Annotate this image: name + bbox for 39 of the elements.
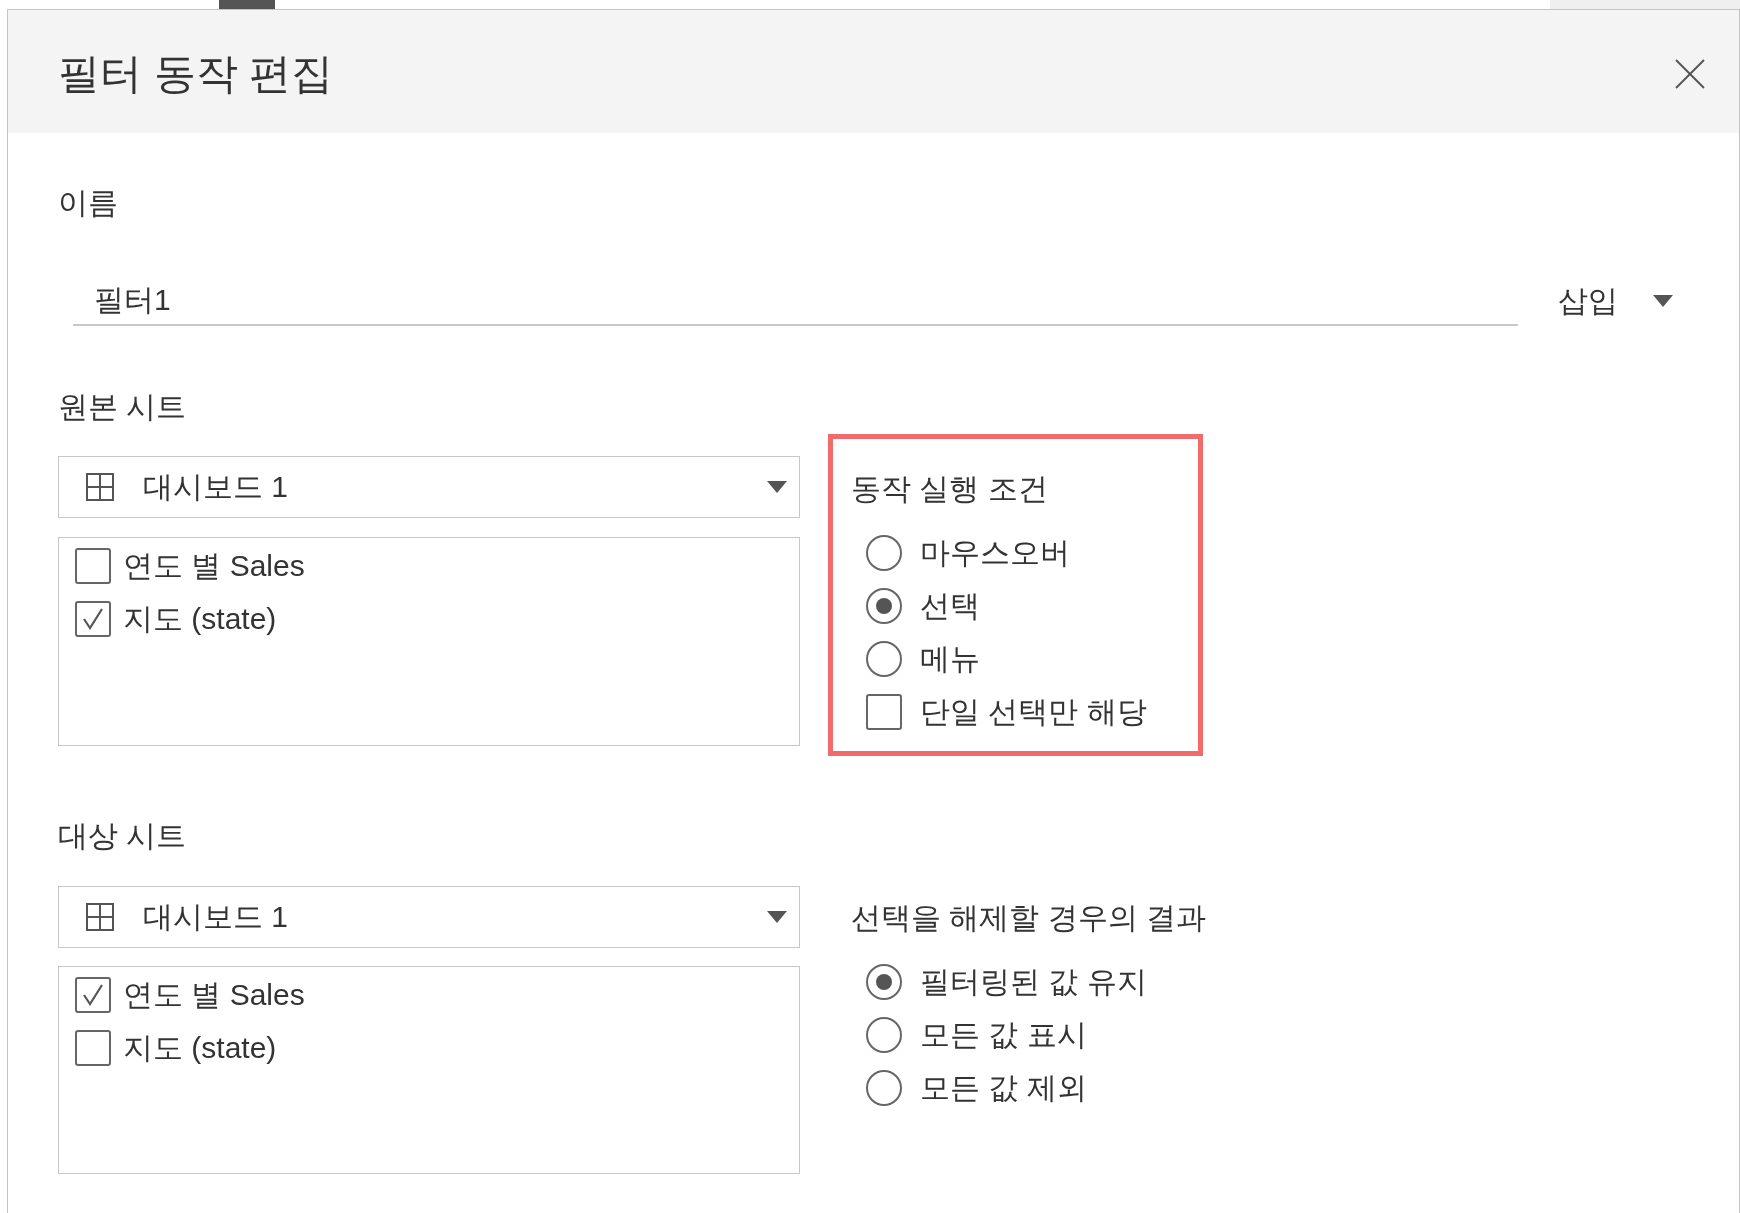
section-label: 이름: [58, 185, 118, 221]
insert-dropdown[interactable]: 삽입: [1558, 279, 1673, 323]
caret-icon: [767, 481, 787, 493]
group-label: 선택을 해제할 경우의 결과: [851, 900, 1206, 936]
sheet-name: 지도 (state): [123, 1029, 277, 1066]
name-input[interactable]: 필터1: [73, 276, 1518, 326]
checkbox[interactable]: [75, 1029, 111, 1066]
checkbox[interactable]: [75, 976, 111, 1013]
grid-icon: [86, 473, 114, 501]
section-label: 원본 시트: [58, 389, 187, 425]
sheet-name: 연도 별 Sales: [123, 547, 305, 584]
option-label: 단일 선택만 해당: [920, 693, 1147, 730]
option-label: 필터링된 값 유지: [920, 963, 1147, 1000]
window-title: 필터 동작 편집: [58, 48, 334, 99]
radio-button[interactable]: [866, 587, 902, 624]
checkbox[interactable]: [866, 693, 902, 730]
option-label: 메뉴: [920, 640, 980, 677]
grid-icon: [86, 903, 114, 931]
option-label: 모든 값 표시: [920, 1016, 1087, 1053]
sheet-name: 지도 (state): [123, 600, 277, 637]
caret-icon: [767, 911, 787, 923]
radio-button[interactable]: [866, 640, 902, 677]
option-label: 마우스오버: [920, 534, 1070, 571]
option-label: 선택: [920, 587, 980, 624]
caret-icon: [1653, 295, 1673, 307]
sheet-dropdown[interactable]: 대시보드 1: [58, 456, 800, 518]
sheet-dropdown[interactable]: 대시보드 1: [58, 886, 800, 948]
group-label: 동작 실행 조건: [851, 471, 1048, 507]
background-bar: [219, 0, 275, 9]
radio-button[interactable]: [866, 963, 902, 1000]
close-icon[interactable]: [1675, 58, 1705, 89]
radio-button[interactable]: [866, 1069, 902, 1106]
section-label: 대상 시트: [58, 818, 187, 854]
checkbox[interactable]: [75, 600, 111, 637]
option-label: 모든 값 제외: [920, 1069, 1087, 1106]
radio-button[interactable]: [866, 534, 902, 571]
sheet-name: 연도 별 Sales: [123, 976, 305, 1013]
radio-button[interactable]: [866, 1016, 902, 1053]
checkbox[interactable]: [75, 547, 111, 584]
